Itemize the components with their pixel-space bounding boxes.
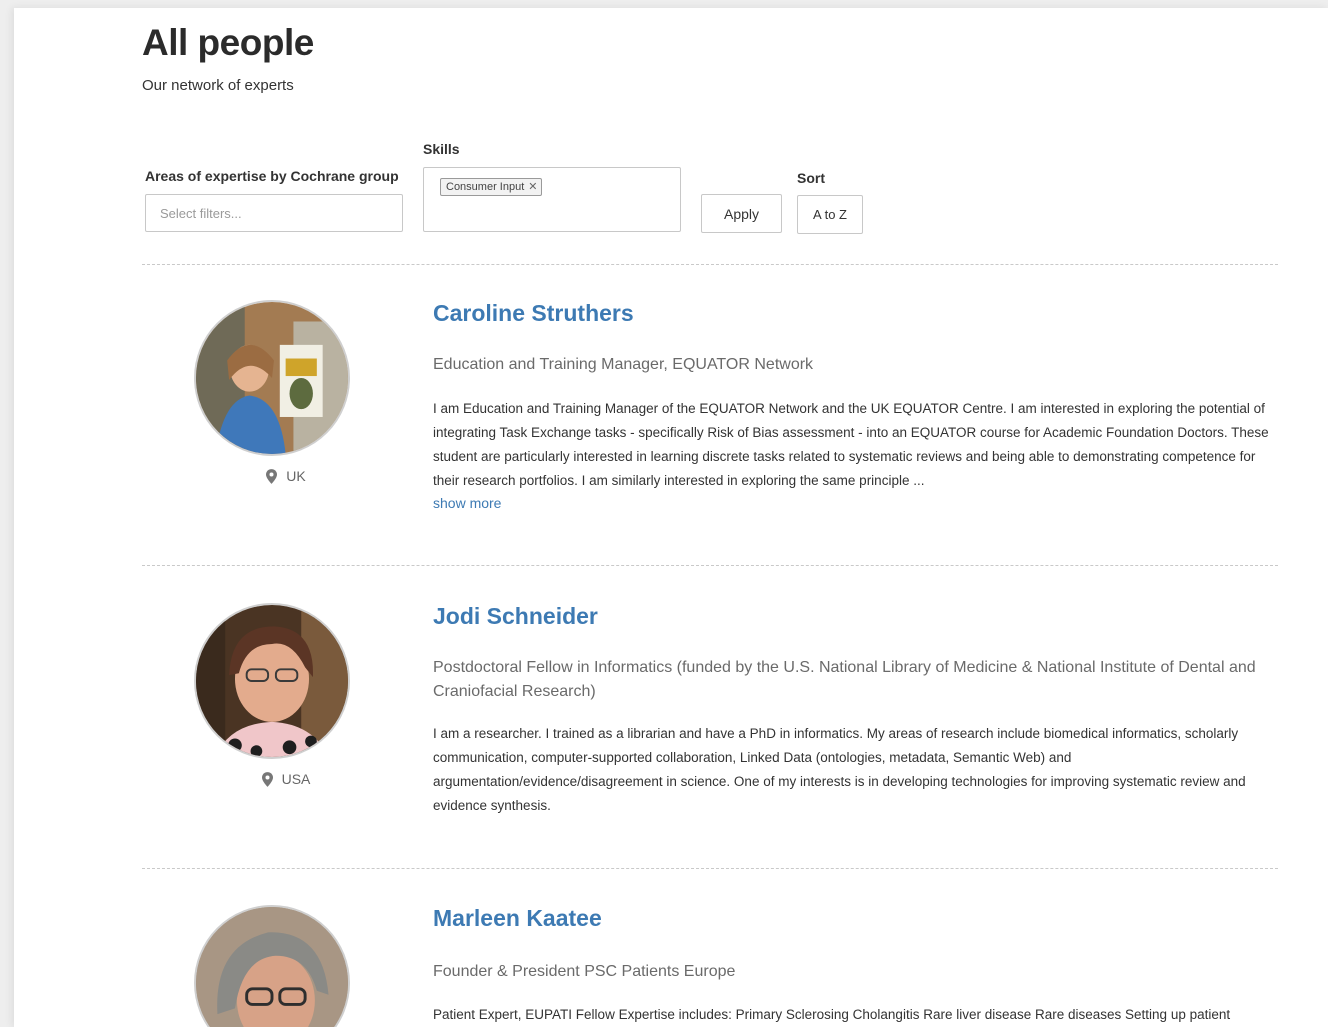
person-bio: I am a researcher. I trained as a librar… [433,726,1246,813]
skill-tag-label: Consumer Input [446,181,525,193]
apply-button[interactable]: Apply [701,194,782,233]
person-location: USA [142,771,430,787]
avatar[interactable] [194,905,350,1027]
sort-label: Sort [797,170,825,186]
person-name[interactable]: Jodi Schneider [433,603,598,630]
skills-filter-input[interactable]: Consumer Input ✕ [423,167,681,232]
person-bio: I am Education and Training Manager of t… [433,401,1269,488]
person-card: Marleen Kaatee Founder & President PSC P… [142,905,1278,1027]
avatar[interactable] [194,300,350,456]
map-pin-icon [261,771,273,787]
person-role: Education and Training Manager, EQUATOR … [433,356,814,373]
sort-dropdown[interactable]: A to Z [797,195,863,234]
areas-filter-input[interactable] [145,194,403,232]
person-card: USA Jodi Schneider Postdoctoral Fellow i… [142,603,1278,843]
page: All people Our network of experts Areas … [14,8,1328,1027]
divider [142,264,1278,265]
person-name[interactable]: Caroline Struthers [433,300,634,327]
avatar[interactable] [194,603,350,759]
person-role: Postdoctoral Fellow in Informatics (fund… [433,659,1256,700]
location-label: USA [281,771,311,787]
map-pin-icon [266,468,278,484]
skill-tag-consumer-input: Consumer Input ✕ [440,178,543,196]
areas-filter-label: Areas of expertise by Cochrane group [145,168,399,184]
avatar-photo [196,605,348,757]
show-more-link[interactable]: show more [433,495,501,511]
person-location: UK [142,468,430,484]
avatar-photo [196,907,348,1027]
avatar-photo [196,302,348,454]
person-bio: Patient Expert, EUPATI Fellow Expertise … [433,1007,1231,1022]
divider [142,868,1278,869]
location-label: UK [286,468,306,484]
divider [142,565,1278,566]
person-card: UK Caroline Struthers Education and Trai… [142,300,1278,540]
page-subtitle: Our network of experts [142,77,294,94]
person-name[interactable]: Marleen Kaatee [433,905,602,932]
close-icon[interactable]: ✕ [528,179,537,195]
page-title: All people [142,22,314,63]
skills-filter-label: Skills [423,141,460,157]
person-role: Founder & President PSC Patients Europe [433,963,736,980]
